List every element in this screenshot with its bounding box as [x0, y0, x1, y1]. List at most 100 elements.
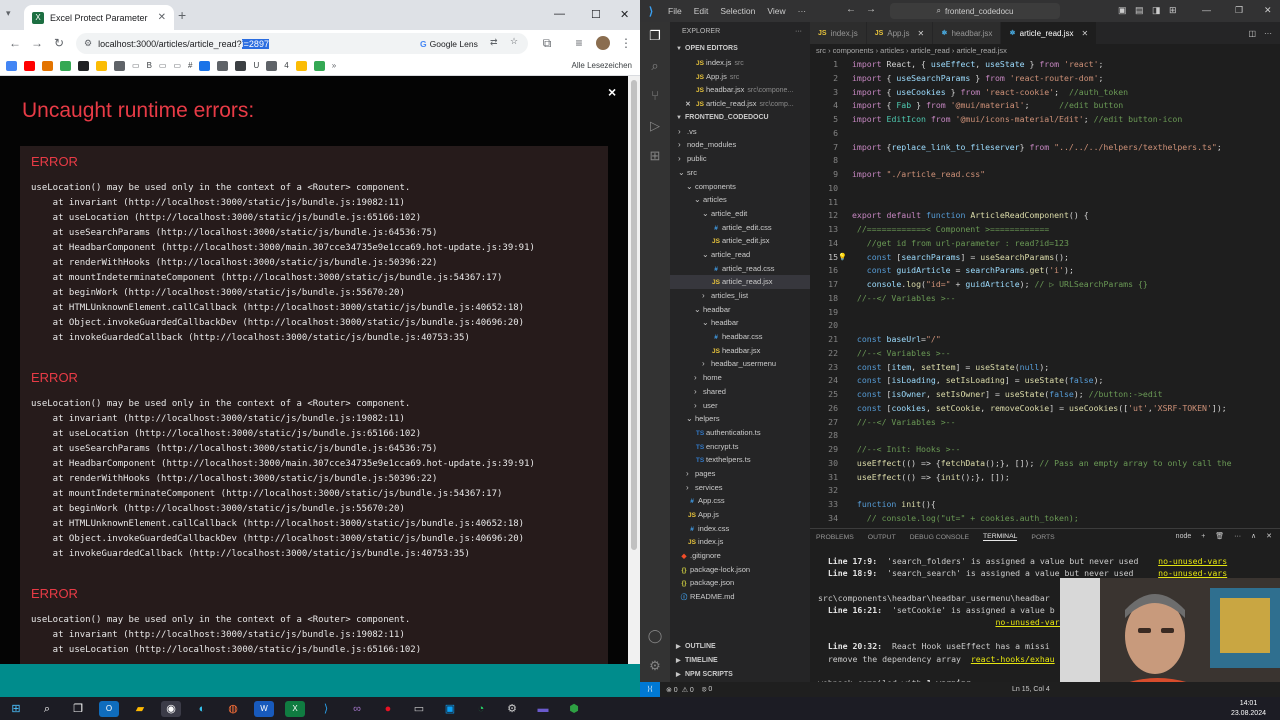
- tree-file[interactable]: {} package-lock.json: [670, 563, 810, 577]
- bookmark-maps-icon[interactable]: [60, 60, 71, 71]
- more-actions-icon[interactable]: ···: [795, 22, 802, 42]
- code-line[interactable]: 20: [810, 319, 1280, 333]
- panel-tab[interactable]: PORTS: [1031, 534, 1054, 541]
- tree-file[interactable]: ⓘ README.md: [670, 590, 810, 604]
- folder-icon[interactable]: ▭: [132, 61, 140, 70]
- tree-folder[interactable]: › user: [670, 399, 810, 413]
- tree-file[interactable]: JS index.js: [670, 535, 810, 549]
- tree-file[interactable]: TS encrypt.ts: [670, 440, 810, 454]
- excel-icon[interactable]: X: [285, 700, 305, 717]
- chevron-up-icon[interactable]: ∧: [1251, 533, 1256, 540]
- tree-folder[interactable]: › articles_list: [670, 289, 810, 303]
- app-1-icon[interactable]: ▬: [533, 701, 553, 717]
- remote-indicator-icon[interactable]: ⟩⟨: [640, 682, 660, 697]
- open-editor-item[interactable]: ✕ JS article_read.jsx src\comp...: [670, 97, 810, 111]
- code-line[interactable]: 34 // console.log("ut=" + cookies.auth_t…: [810, 512, 1280, 526]
- panel-tab[interactable]: PROBLEMS: [816, 534, 854, 541]
- menu-edit[interactable]: Edit: [688, 6, 715, 16]
- taskbar-search-icon[interactable]: ⌕: [37, 701, 57, 717]
- npm-scripts-section[interactable]: ▶ NPM SCRIPTS: [670, 668, 810, 682]
- all-bookmarks-folder[interactable]: Alle Lesezeichen: [572, 61, 632, 70]
- code-line[interactable]: 3 import { useCookies } from 'react-cooki…: [810, 86, 1280, 100]
- app-2-icon[interactable]: ⬢: [564, 701, 584, 717]
- file-explorer-icon[interactable]: ▰: [130, 701, 150, 717]
- extensions-icon[interactable]: ⧉: [536, 36, 558, 51]
- tab-search-icon[interactable]: ▾: [6, 8, 18, 20]
- code-editor[interactable]: 1 import React, { useEffect, useState } f…: [810, 58, 1280, 528]
- task-view-icon[interactable]: ❐: [68, 701, 88, 717]
- close-panel-icon[interactable]: ✕: [1266, 533, 1272, 540]
- more-actions-icon[interactable]: ···: [1264, 29, 1272, 38]
- maximize-icon[interactable]: ☐: [591, 8, 601, 21]
- problems-warnings[interactable]: ⚠ 0: [682, 686, 694, 694]
- code-line[interactable]: 11: [810, 196, 1280, 210]
- bookmark-google-icon[interactable]: [6, 60, 17, 71]
- open-editor-item[interactable]: JS index.js src: [670, 56, 810, 70]
- code-line[interactable]: 24 const [isLoading, setIsLoading] = use…: [810, 374, 1280, 388]
- google-lens-button[interactable]: G Google Lens: [414, 36, 484, 51]
- back-arrow-icon[interactable]: ←: [4, 36, 26, 50]
- code-line[interactable]: 27 //--</ Variables >--: [810, 416, 1280, 430]
- tree-file[interactable]: ◆ .gitignore: [670, 549, 810, 563]
- layout-toggle-icon[interactable]: ▣: [1118, 5, 1127, 16]
- bookmark-print-icon[interactable]: [235, 60, 247, 71]
- ports-status[interactable]: ⦻ 0: [702, 686, 712, 694]
- system-clock[interactable]: 14:01 23.08.2024: [1231, 699, 1266, 718]
- media-icon[interactable]: ≡: [568, 36, 590, 50]
- tree-file[interactable]: TS texthelpers.ts: [670, 453, 810, 467]
- tree-folder[interactable]: ⌄ headbar: [670, 316, 810, 330]
- scrollbar-thumb[interactable]: [631, 80, 637, 550]
- menu-file[interactable]: File: [662, 6, 688, 16]
- more-bookmarks-icon[interactable]: »: [332, 61, 336, 70]
- tree-folder[interactable]: ⌄ src: [670, 166, 810, 180]
- code-line[interactable]: 22 //--< Variables >--: [810, 347, 1280, 361]
- extensions-icon[interactable]: ⊞: [646, 148, 664, 166]
- customize-layout-icon[interactable]: ⊞: [1169, 5, 1177, 16]
- open-editors-header[interactable]: ▼ OPEN EDITORS: [670, 42, 810, 56]
- bookmark-8-icon[interactable]: [295, 60, 307, 71]
- code-line[interactable]: 16 const guidArticle = searchParams.get(…: [810, 264, 1280, 278]
- windows-start-icon[interactable]: ⊞: [6, 701, 26, 717]
- panel-tab[interactable]: OUTPUT: [868, 534, 896, 541]
- chrome-menu-icon[interactable]: ⋮: [615, 36, 637, 50]
- tree-file[interactable]: {} package.json: [670, 576, 810, 590]
- tree-file[interactable]: # headbar.css: [670, 330, 810, 344]
- search-icon[interactable]: ⌕: [646, 58, 664, 76]
- minimize-icon[interactable]: —: [1202, 5, 1211, 15]
- code-line[interactable]: 33 function init(){: [810, 498, 1280, 512]
- editor-tab[interactable]: ⚛ article_read.jsx ✕: [1001, 22, 1098, 44]
- tree-file[interactable]: JS article_edit.jsx: [670, 234, 810, 248]
- tree-file[interactable]: # index.css: [670, 522, 810, 536]
- tree-folder[interactable]: ⌄ article_edit: [670, 207, 810, 221]
- settings-gear-icon[interactable]: ⚙: [646, 658, 664, 676]
- code-line[interactable]: 1 import React, { useEffect, useState } f…: [810, 58, 1280, 72]
- menu-more-icon[interactable]: ···: [792, 6, 813, 16]
- vscode-taskbar-icon[interactable]: ⟩: [316, 701, 336, 717]
- bookmark-star-icon[interactable]: ☆: [510, 36, 518, 47]
- bookmark-9-icon[interactable]: [313, 60, 325, 71]
- account-icon[interactable]: ◯: [646, 628, 664, 646]
- translate-icon[interactable]: ⇄: [490, 37, 498, 48]
- address-bar[interactable]: ⚙ localhost:3000/articles/article_read? i…: [76, 33, 528, 54]
- code-line[interactable]: 32: [810, 484, 1280, 498]
- tree-folder[interactable]: › pages: [670, 467, 810, 481]
- reload-icon[interactable]: ↻: [48, 36, 70, 50]
- chrome-icon[interactable]: ◉: [161, 700, 181, 717]
- close-tab-icon[interactable]: ✕: [1081, 29, 1088, 38]
- close-window-icon[interactable]: ✕: [620, 8, 629, 21]
- tree-file[interactable]: # article_read.css: [670, 262, 810, 276]
- panel-toggle-icon[interactable]: ▤: [1135, 5, 1144, 16]
- bookmark-6-icon[interactable]: [217, 60, 229, 71]
- folder-icon[interactable]: ▭: [173, 61, 181, 70]
- code-line[interactable]: 29 //--< Init: Hooks >--: [810, 443, 1280, 457]
- code-line[interactable]: 18 //--</ Variables >--: [810, 292, 1280, 306]
- close-editor-icon[interactable]: ✕: [682, 98, 694, 111]
- visual-studio-icon[interactable]: ∞: [347, 701, 367, 717]
- new-tab-button[interactable]: +: [178, 7, 186, 23]
- open-editor-item[interactable]: JS headbar.jsx src\compone...: [670, 83, 810, 97]
- bookmark-item[interactable]: U: [253, 61, 259, 70]
- whatsapp-icon[interactable]: ◔: [471, 701, 491, 717]
- bookmark-4-icon[interactable]: [114, 60, 125, 71]
- breadcrumb[interactable]: src › components › articles › article_re…: [810, 44, 1280, 58]
- tree-folder[interactable]: ⌄ components: [670, 180, 810, 194]
